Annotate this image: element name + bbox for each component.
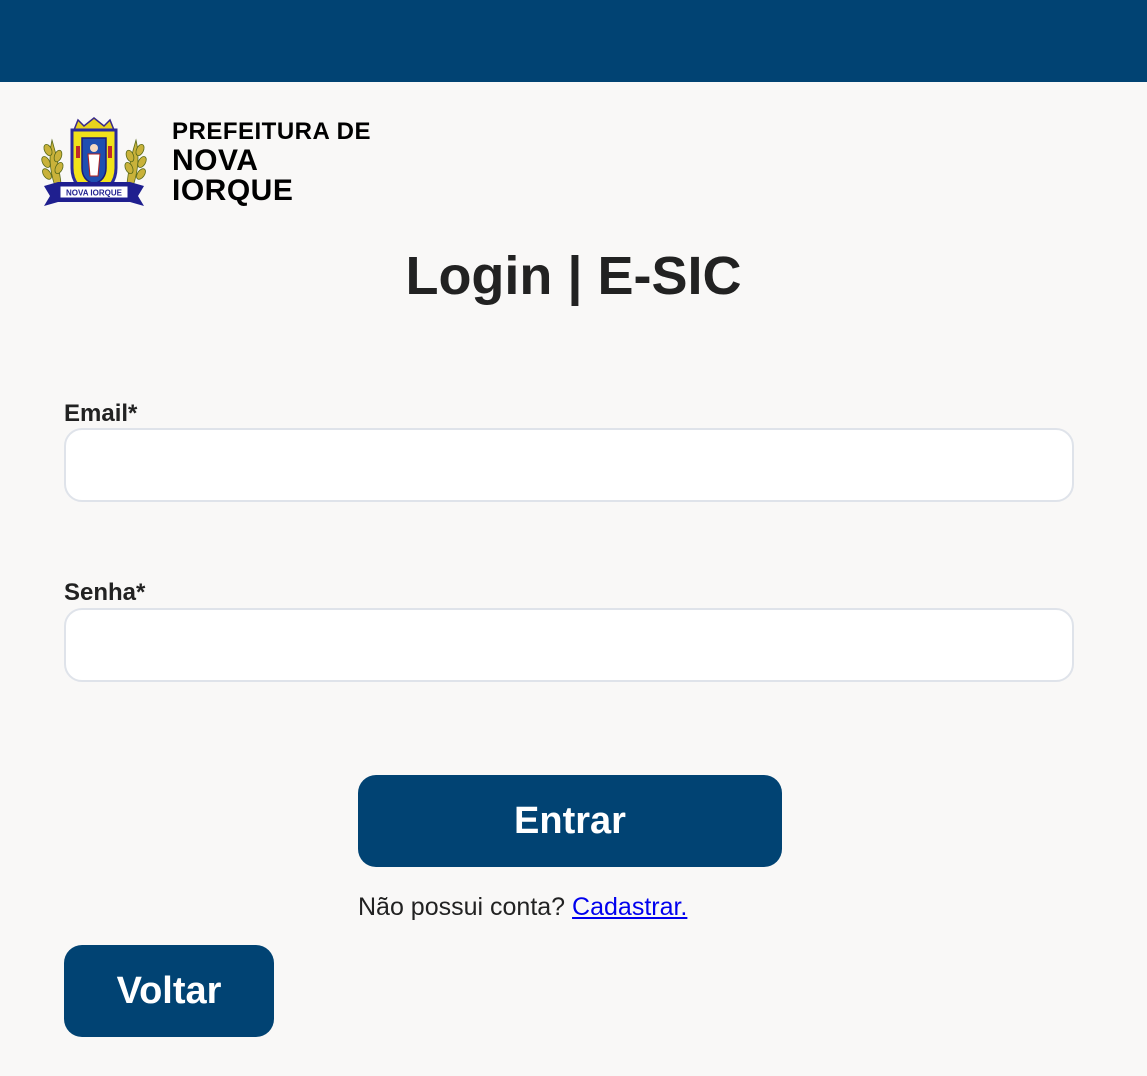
password-input[interactable]	[64, 608, 1074, 682]
signup-link[interactable]: Cadastrar.	[572, 893, 687, 921]
signup-prompt-text: Não possui conta?	[358, 893, 566, 921]
login-button[interactable]: Entrar	[358, 775, 782, 867]
email-input[interactable]	[64, 428, 1074, 502]
page-title: Login | E-SIC	[405, 246, 742, 306]
crest-banner-text: NOVA IORQUE	[66, 189, 123, 198]
brand-line-1: PREFEITURA DE	[172, 118, 371, 145]
email-label: Email*	[64, 400, 138, 427]
top-header-bar	[0, 0, 1147, 82]
brand-line-2: NOVA IORQUE	[172, 144, 294, 207]
password-label: Senha*	[64, 579, 146, 606]
back-button[interactable]: Voltar	[64, 945, 274, 1037]
signup-prompt-row: Não possui conta? Cadastrar.	[358, 892, 687, 922]
brand-logo[interactable]: NOVA IORQUE PREFEITURA DE NOVA IORQUE	[38, 116, 378, 210]
city-crest-icon: NOVA IORQUE	[41, 117, 147, 206]
brand-name: PREFEITURA DE NOVA IORQUE	[172, 120, 378, 206]
